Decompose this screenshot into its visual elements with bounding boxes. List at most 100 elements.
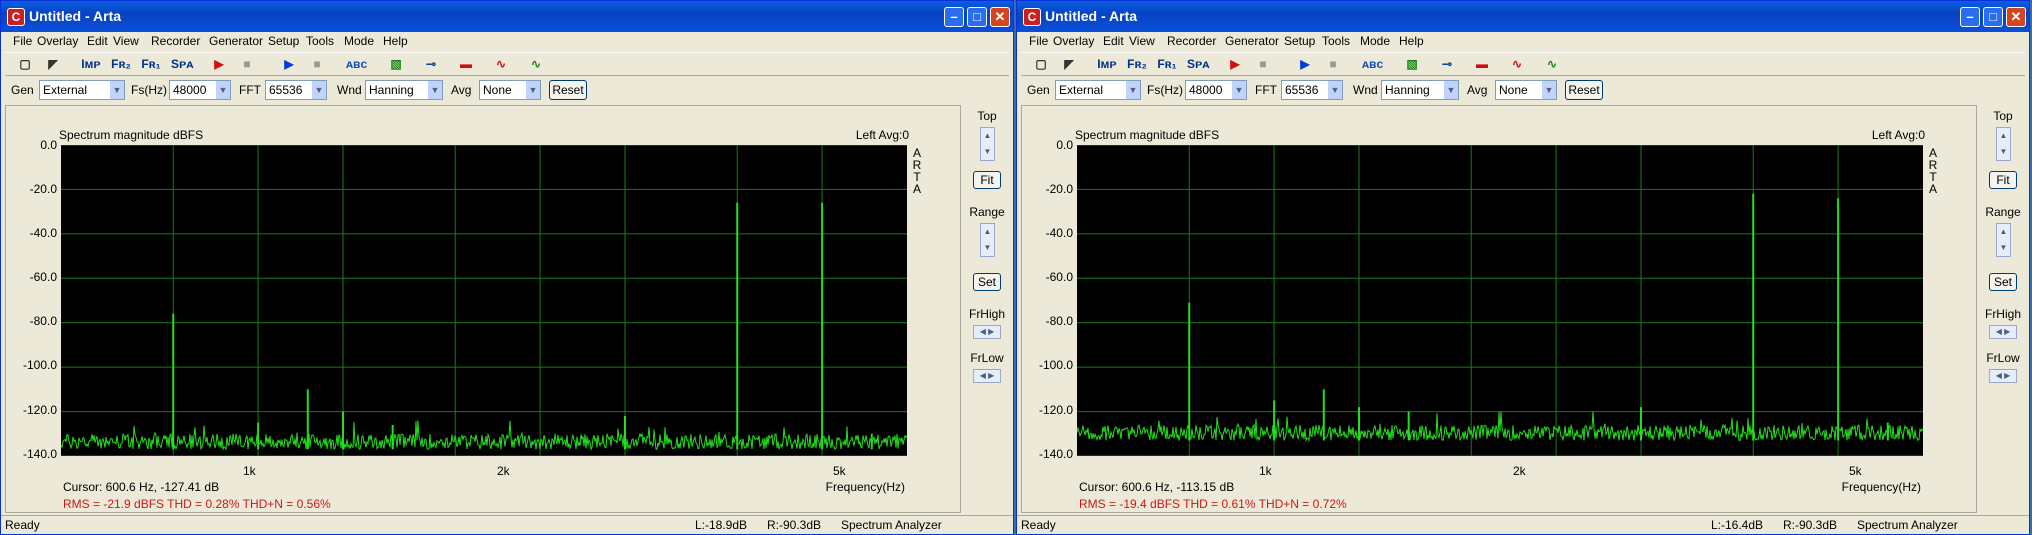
open-icon[interactable]: ◤ (1059, 55, 1079, 73)
reset-button[interactable]: Reset (549, 80, 587, 100)
chevron-down-icon[interactable]: ▼ (1232, 81, 1246, 99)
chevron-down-icon[interactable]: ▼ (526, 81, 540, 99)
menu-item-edit[interactable]: Edit (87, 34, 108, 48)
top-spinner[interactable]: ▲ ▼ (1996, 127, 2011, 161)
fit-button[interactable]: Fit (1989, 171, 2017, 189)
arta-app-icon[interactable]: C (7, 8, 25, 26)
menu-item-help[interactable]: Help (383, 34, 408, 48)
menu-item-help[interactable]: Help (1399, 34, 1424, 48)
pause-icon[interactable]: ■ (307, 55, 327, 73)
menu-item-overlay[interactable]: Overlay (1053, 34, 1094, 48)
menu-item-view[interactable]: View (113, 34, 139, 48)
fs-select[interactable]: 48000 ▼ (1185, 80, 1247, 100)
frlow-spinner[interactable]: ◀ ▶ (1989, 369, 2017, 383)
imp-icon[interactable]: Iᴍᴘ (1097, 55, 1117, 73)
menu-item-generator[interactable]: Generator (1225, 34, 1279, 48)
wnd-select[interactable]: Hanning ▼ (1381, 80, 1459, 100)
fit-button[interactable]: Fit (973, 171, 1001, 189)
close-button[interactable]: ✕ (990, 7, 1010, 27)
minimize-button[interactable]: – (1960, 7, 1980, 27)
menu-item-setup[interactable]: Setup (268, 34, 299, 48)
scope-icon[interactable]: ∿ (526, 55, 546, 73)
top-spinner[interactable]: ▲ ▼ (980, 127, 995, 161)
range-spinner[interactable]: ▲ ▼ (980, 223, 995, 257)
chevron-down-icon[interactable]: ▼ (428, 81, 442, 99)
menu-item-setup[interactable]: Setup (1284, 34, 1315, 48)
overlay-icon[interactable]: ▧ (1402, 55, 1422, 73)
menu-item-file[interactable]: File (1029, 34, 1048, 48)
marker-icon[interactable]: ⊸ (421, 55, 441, 73)
set-button[interactable]: Set (973, 273, 1001, 291)
new-icon[interactable]: ▢ (1031, 55, 1051, 73)
fft-select[interactable]: 65536 ▼ (1281, 80, 1343, 100)
overlay-icon[interactable]: ▧ (386, 55, 406, 73)
maximize-button[interactable]: □ (967, 7, 987, 27)
menu-item-generator[interactable]: Generator (209, 34, 263, 48)
fs-select[interactable]: 48000 ▼ (169, 80, 231, 100)
spectrum-plot[interactable] (61, 145, 907, 456)
title-bar[interactable]: C Untitled - Arta – □ ✕ (1017, 1, 2029, 32)
color-icon[interactable]: ▬ (456, 55, 476, 73)
chevron-down-icon[interactable]: ▼ (1126, 81, 1140, 99)
menu-item-mode[interactable]: Mode (1360, 34, 1390, 48)
y-tick-label: -100.0 (1038, 358, 1073, 372)
generator-icon[interactable]: ᴀʙᴄ (1362, 55, 1383, 73)
filter-icon[interactable]: ∿ (491, 55, 511, 73)
chevron-down-icon[interactable]: ▼ (312, 81, 326, 99)
fr2-icon[interactable]: Fʀ₂ (111, 55, 131, 73)
gen-select[interactable]: External ▼ (1055, 80, 1141, 100)
frlow-spinner[interactable]: ◀ ▶ (973, 369, 1001, 383)
title-bar[interactable]: C Untitled - Arta – □ ✕ (1, 1, 1013, 32)
avg-select[interactable]: None ▼ (1495, 80, 1557, 100)
marker-icon[interactable]: ⊸ (1437, 55, 1457, 73)
arta-app-icon[interactable]: C (1023, 8, 1041, 26)
spa-icon[interactable]: Sᴘᴀ (171, 55, 193, 73)
stop-icon[interactable]: ■ (1253, 55, 1273, 73)
fr1-icon[interactable]: Fʀ₁ (1157, 55, 1177, 73)
generator-icon[interactable]: ᴀʙᴄ (346, 55, 367, 73)
fft-select[interactable]: 65536 ▼ (265, 80, 327, 100)
gen-select[interactable]: External ▼ (39, 80, 125, 100)
menu-item-view[interactable]: View (1129, 34, 1155, 48)
open-icon[interactable]: ◤ (43, 55, 63, 73)
chevron-down-icon[interactable]: ▼ (216, 81, 230, 99)
x-axis-label: Frequency(Hz) (825, 480, 905, 494)
filter-icon[interactable]: ∿ (1507, 55, 1527, 73)
maximize-button[interactable]: □ (1983, 7, 2003, 27)
menu-item-overlay[interactable]: Overlay (37, 34, 78, 48)
reset-button[interactable]: Reset (1565, 80, 1603, 100)
menu-item-recorder[interactable]: Recorder (1167, 34, 1216, 48)
chevron-down-icon[interactable]: ▼ (1444, 81, 1458, 99)
menu-item-recorder[interactable]: Recorder (151, 34, 200, 48)
frhigh-spinner[interactable]: ◀ ▶ (973, 325, 1001, 339)
frhigh-spinner[interactable]: ◀ ▶ (1989, 325, 2017, 339)
record-icon[interactable]: ▶ (209, 55, 229, 73)
menu-item-mode[interactable]: Mode (344, 34, 374, 48)
record-icon[interactable]: ▶ (1225, 55, 1245, 73)
color-icon[interactable]: ▬ (1472, 55, 1492, 73)
imp-icon[interactable]: Iᴍᴘ (81, 55, 101, 73)
new-icon[interactable]: ▢ (15, 55, 35, 73)
menu-item-edit[interactable]: Edit (1103, 34, 1124, 48)
menu-item-file[interactable]: File (13, 34, 32, 48)
set-button[interactable]: Set (1989, 273, 2017, 291)
spa-icon[interactable]: Sᴘᴀ (1187, 55, 1209, 73)
menu-item-tools[interactable]: Tools (306, 34, 334, 48)
fr1-icon[interactable]: Fʀ₁ (141, 55, 161, 73)
chevron-down-icon[interactable]: ▼ (1328, 81, 1342, 99)
avg-select[interactable]: None ▼ (479, 80, 541, 100)
close-button[interactable]: ✕ (2006, 7, 2026, 27)
spectrum-plot[interactable] (1077, 145, 1923, 456)
play-icon[interactable]: ▶ (1295, 55, 1315, 73)
chevron-down-icon[interactable]: ▼ (110, 81, 124, 99)
minimize-button[interactable]: – (944, 7, 964, 27)
stop-icon[interactable]: ■ (237, 55, 257, 73)
wnd-select[interactable]: Hanning ▼ (365, 80, 443, 100)
chevron-down-icon[interactable]: ▼ (1542, 81, 1556, 99)
range-spinner[interactable]: ▲ ▼ (1996, 223, 2011, 257)
scope-icon[interactable]: ∿ (1542, 55, 1562, 73)
play-icon[interactable]: ▶ (279, 55, 299, 73)
pause-icon[interactable]: ■ (1323, 55, 1343, 73)
fr2-icon[interactable]: Fʀ₂ (1127, 55, 1147, 73)
menu-item-tools[interactable]: Tools (1322, 34, 1350, 48)
